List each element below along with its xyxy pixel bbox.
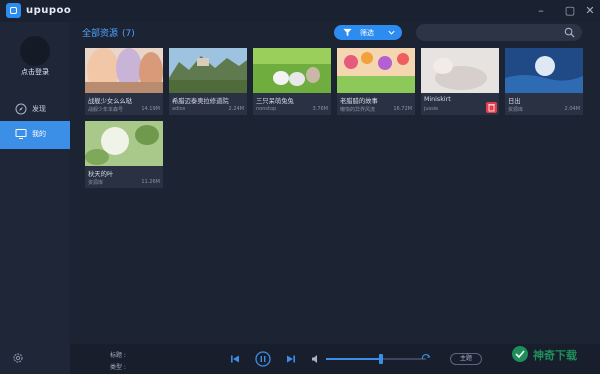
filter-button[interactable]: 筛选 — [334, 25, 402, 40]
close-icon[interactable]: ✕ — [582, 3, 598, 19]
wallpaper-thumbnail — [169, 48, 247, 93]
wallpaper-thumbnail — [85, 48, 163, 93]
resource-card[interactable]: 日出 资源库 2.04M — [505, 48, 583, 115]
avatar[interactable] — [20, 36, 50, 66]
sidebar-item-label: 我的 — [32, 130, 46, 138]
volume-fill — [326, 358, 381, 360]
volume-icon[interactable] — [311, 354, 321, 364]
search-box[interactable] — [416, 24, 582, 41]
resource-count: (7) — [122, 29, 135, 39]
monitor-icon — [15, 129, 27, 139]
card-title: 希腊迈泰奥拉修道院 — [172, 98, 229, 105]
card-author: jussie — [424, 106, 439, 112]
card-author: 资源库 — [88, 180, 104, 186]
chevron-down-icon — [388, 30, 395, 35]
watermark-logo-icon — [512, 346, 528, 362]
sidebar-item-discover[interactable]: 发现 — [0, 96, 70, 124]
settings-gear-icon[interactable] — [12, 352, 24, 364]
card-size: 2.24M — [228, 106, 244, 112]
resource-card[interactable]: 三只呆萌兔兔 nonstop 3.76M — [253, 48, 331, 115]
sidebar-item-label: 发现 — [32, 105, 46, 113]
wallpaper-thumbnail — [505, 48, 583, 93]
compass-icon — [15, 103, 27, 115]
title-bar: upupoo – ▢ ✕ — [0, 0, 600, 22]
card-size: 14.19M — [141, 106, 160, 112]
resource-card[interactable]: 老腊腊的故事 懒惰的异界风流 16.72M — [337, 48, 415, 115]
sidebar: 点击登录 发现 我的 — [0, 22, 70, 374]
page-title: 全部资源 (7) — [82, 26, 135, 39]
login-link[interactable]: 点击登录 — [0, 67, 70, 77]
card-title: Miniskirt — [424, 96, 451, 103]
page-title-text: 全部资源 — [82, 29, 119, 39]
card-title: 日出 — [508, 98, 521, 105]
sidebar-item-mine[interactable]: 我的 — [0, 121, 70, 149]
wallpaper-thumbnail — [85, 121, 163, 166]
card-size: 11.26M — [141, 179, 160, 185]
volume-slider[interactable] — [326, 354, 426, 364]
resource-card[interactable]: 战舰少女么么哒 战舰少年本森号 14.19M — [85, 48, 163, 115]
wallpaper-thumbnail — [337, 48, 415, 93]
card-title: 三只呆萌兔兔 — [256, 98, 294, 105]
app-name: upupoo — [26, 5, 72, 16]
theme-button[interactable]: 主题 — [450, 353, 482, 365]
card-size: 3.76M — [312, 106, 328, 112]
card-author: 战舰少年本森号 — [88, 107, 124, 113]
delete-trash-icon[interactable] — [486, 102, 497, 113]
wallpaper-thumbnail — [421, 48, 499, 93]
card-author: 资源库 — [508, 107, 524, 113]
loop-icon[interactable] — [420, 352, 432, 364]
pause-icon[interactable] — [255, 351, 271, 367]
card-author: adios — [172, 106, 186, 112]
watermark-text: 神奇下载 — [533, 349, 577, 362]
search-icon[interactable] — [564, 27, 575, 38]
previous-icon[interactable] — [228, 352, 242, 366]
card-size: 2.04M — [564, 106, 580, 112]
resource-card[interactable]: Miniskirt jussie — [421, 48, 499, 115]
watermark: 神奇下载 — [503, 335, 600, 374]
resource-card[interactable]: 希腊迈泰奥拉修道院 adios 2.24M — [169, 48, 247, 115]
search-input[interactable] — [424, 27, 554, 38]
volume-handle[interactable] — [379, 354, 383, 364]
filter-label: 筛选 — [360, 29, 374, 37]
card-size: 16.72M — [393, 106, 412, 112]
next-icon[interactable] — [284, 352, 298, 366]
card-title: 战舰少女么么哒 — [88, 98, 133, 105]
app-logo-icon — [6, 3, 21, 18]
resource-card[interactable]: 秋天的叶 资源库 11.26M — [85, 121, 163, 188]
funnel-icon — [343, 28, 352, 37]
player-type-label: 类型 : — [110, 364, 126, 371]
minimize-icon[interactable]: – — [533, 3, 549, 19]
card-title: 秋天的叶 — [88, 171, 114, 178]
wallpaper-thumbnail — [253, 48, 331, 93]
card-author: 懒惰的异界风流 — [340, 107, 376, 113]
card-title: 老腊腊的故事 — [340, 98, 378, 105]
maximize-icon[interactable]: ▢ — [562, 3, 578, 19]
main-content: 全部资源 (7) 筛选 战舰少女么么哒 战舰少年本森号 14.19M 希腊迈泰奥… — [70, 22, 600, 344]
card-author: nonstop — [256, 106, 277, 112]
player-title-label: 标题 : — [110, 352, 126, 359]
